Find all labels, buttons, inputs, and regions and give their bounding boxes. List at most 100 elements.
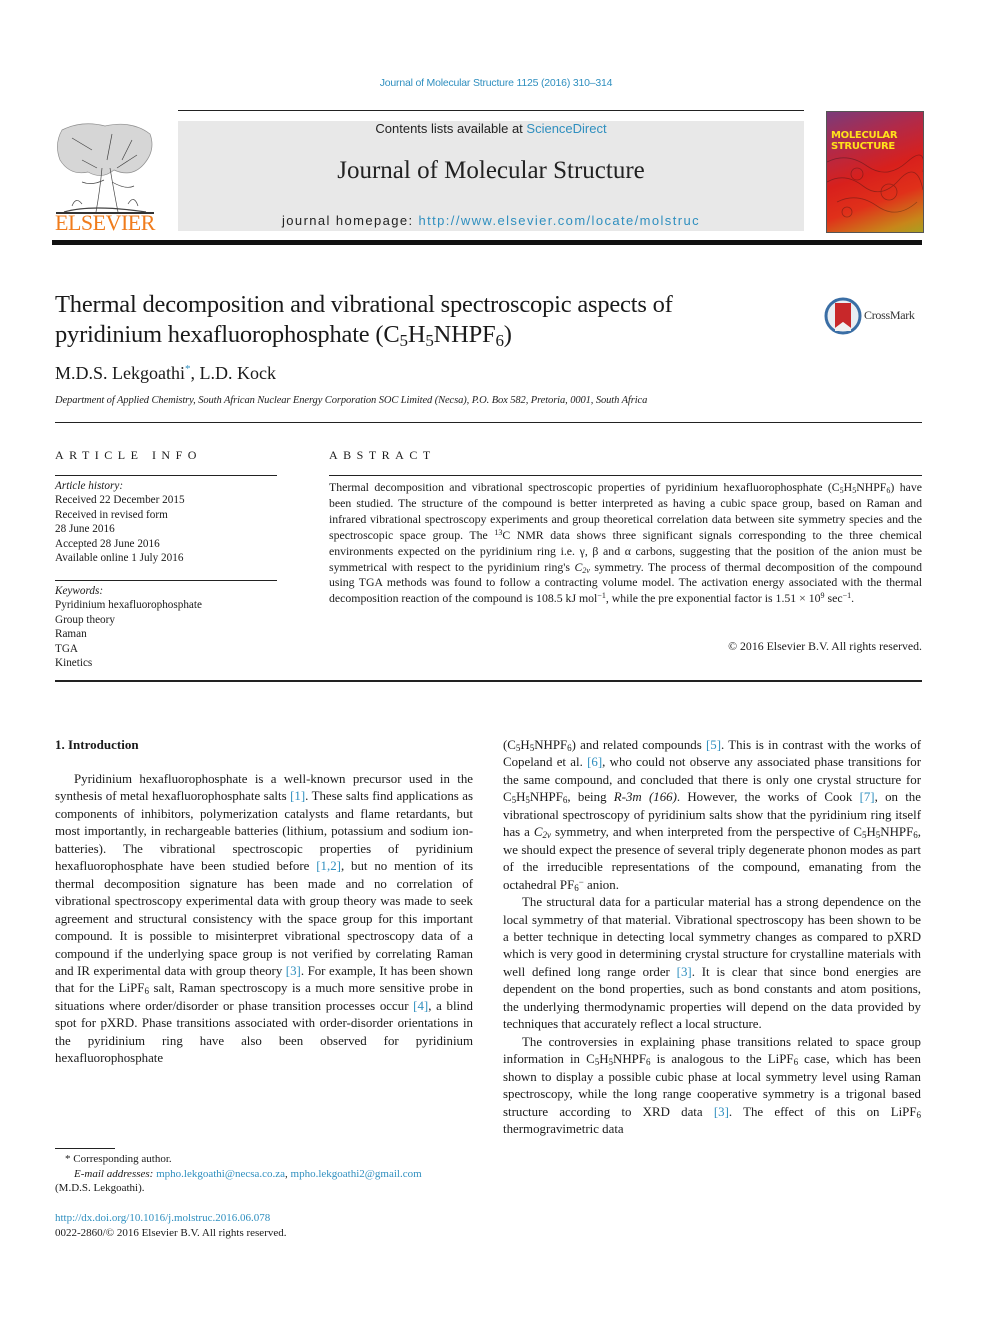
text-run	[841, 206, 853, 218]
title-sub: 5	[425, 331, 434, 350]
elsevier-wordmark[interactable]: ELSEVIER	[52, 210, 158, 236]
text-run: H	[599, 1052, 609, 1067]
text-run	[71, 199, 139, 207]
divider	[329, 475, 922, 476]
keyword-item: Raman	[55, 628, 87, 641]
citation-link[interactable]: [7]	[860, 790, 875, 804]
paragraph: The controversies in explaining phase tr…	[503, 1034, 921, 1139]
text-run: anion.	[583, 877, 619, 892]
text-run	[57, 123, 153, 213]
history-item: Received in revised form	[55, 508, 168, 521]
email-link[interactable]: mpho.lekgoathi2@gmail.com	[291, 1168, 422, 1180]
citation-link[interactable]: [3]	[677, 965, 692, 979]
text-run	[827, 171, 923, 193]
citation-link[interactable]: [4]	[413, 999, 428, 1013]
text-run	[850, 167, 864, 181]
citation-link[interactable]: [1,2]	[316, 859, 341, 873]
text-run: http://dx.doi.org/10.1016/j.molstruc.201…	[55, 1211, 287, 1226]
homepage-link[interactable]: http://www.elsevier.com/locate/molstruc	[419, 213, 700, 228]
title-sub: 5	[399, 331, 409, 350]
homepage-line: journal homepage: http://www.elsevier.co…	[178, 213, 804, 228]
title-line2-d: )	[503, 321, 512, 348]
crossmark-button[interactable]: CrossMark	[824, 296, 944, 336]
abstract-heading: ABSTRACT	[329, 448, 436, 462]
text-run: R-3m (166)	[613, 790, 677, 805]
history-item: Received 22 December 2015	[55, 494, 185, 507]
history-item: 28 June 2016	[55, 523, 115, 536]
text-run: , being	[567, 790, 614, 805]
text-run: , while the pre exponential factor is 1.…	[605, 591, 821, 606]
paragraph: Pyridinium hexafluorophosphate is a well…	[55, 771, 473, 1068]
footnote-rule	[55, 1148, 115, 1149]
contents-line: Contents lists available at ScienceDirec…	[178, 121, 804, 136]
email-owner: (M.D.S. Lekgoathi).	[55, 1182, 145, 1194]
text-run: symmetry, and when interpreted from the …	[550, 825, 862, 840]
homepage-prefix: journal homepage:	[282, 213, 419, 228]
crossmark-label: CrossMark	[864, 308, 915, 322]
text-run: NHPF	[534, 738, 568, 752]
keywords-label: Keywords:	[55, 585, 104, 597]
email-label: E-mail addresses:	[74, 1167, 154, 1180]
citation-link[interactable]: [6]	[587, 755, 602, 769]
author-list: M.D.S. Lekgoathi*, L.D. Kock	[55, 363, 276, 384]
divider	[55, 475, 277, 476]
text-run: (C	[503, 738, 516, 752]
text-run: 2v	[542, 830, 551, 841]
title-sub: 6	[495, 331, 504, 350]
keyword-item: TGA	[55, 642, 78, 655]
email-line: E-mail addresses: mpho.lekgoathi@necsa.c…	[55, 1167, 485, 1182]
text-run: . However, the works of Cook	[676, 790, 860, 805]
text-run: H	[866, 825, 876, 840]
text-run: −1	[842, 591, 852, 601]
text-run: H	[520, 738, 530, 752]
text-run	[827, 154, 923, 173]
author-separator: ,	[190, 363, 200, 383]
body-left-column: Pyridinium hexafluorophosphate is a well…	[55, 771, 473, 1068]
article-info-heading: ARTICLE INFO	[55, 448, 202, 462]
history-item: Accepted 28 June 2016	[55, 537, 160, 550]
citation-link[interactable]: [1]	[290, 789, 305, 803]
running-header[interactable]: Journal of Molecular Structure 1125 (201…	[0, 77, 992, 89]
text-run: NHPF	[880, 825, 914, 840]
citation-link[interactable]: [3]	[714, 1105, 729, 1119]
issn-copyright: 0022-2860/© 2016 Elsevier B.V. All right…	[55, 1227, 287, 1239]
text-run: ) and related compounds	[571, 738, 706, 752]
text-run: H	[843, 480, 853, 494]
citation-link[interactable]: [5]	[706, 738, 721, 752]
citation-link[interactable]: [3]	[286, 964, 301, 978]
journal-banner: Contents lists available at ScienceDirec…	[178, 121, 804, 231]
doi-block: http://dx.doi.org/10.1016/j.molstruc.201…	[55, 1211, 287, 1241]
footnote: * Corresponding author. E-mail addresses…	[55, 1152, 485, 1196]
text-run	[836, 197, 918, 213]
text-run: Corresponding author.	[70, 1153, 172, 1165]
text-run: 2v	[542, 830, 551, 840]
cover-texture-icon	[827, 154, 923, 218]
journal-cover-image[interactable]: MOLECULAR STRUCTURE	[826, 111, 924, 233]
text-run	[57, 123, 153, 176]
article-history: Article history: Received 22 December 20…	[55, 479, 285, 565]
keywords: Keywords: Pyridinium hexafluorophosphate…	[55, 584, 285, 670]
text-run: thermogravimetric data	[503, 1121, 624, 1136]
divider	[55, 580, 277, 581]
author-name[interactable]: M.D.S. Lekgoathi	[55, 363, 185, 383]
paragraph: The structural data for a particular mat…	[503, 894, 921, 1034]
doi-link[interactable]: http://dx.doi.org/10.1016/j.molstruc.201…	[55, 1212, 270, 1224]
author-name[interactable]: L.D. Kock	[200, 363, 276, 383]
divider	[55, 422, 922, 423]
body-right-column: (C5H5NHPF6) and related compounds [5]. T…	[503, 737, 921, 1138]
paragraph: (C5H5NHPF6) and related compounds [5]. T…	[503, 737, 921, 894]
section-heading-introduction: 1. Introduction	[55, 737, 139, 752]
masthead-divider	[52, 240, 922, 245]
history-label: Article history:	[55, 480, 124, 492]
keyword-item: Pyridinium hexafluorophosphate	[55, 599, 202, 612]
cover-title-line1: MOLECULAR	[831, 130, 898, 141]
email-link[interactable]: mpho.lekgoathi@necsa.co.za	[156, 1168, 285, 1180]
sciencedirect-link[interactable]: ScienceDirect	[526, 121, 606, 136]
text-run	[827, 154, 923, 218]
keyword-item: Group theory	[55, 613, 115, 626]
crossmark-icon	[824, 297, 862, 335]
text-run: 6	[916, 1109, 922, 1120]
text-run	[81, 167, 135, 213]
text-run: NHPF	[856, 480, 887, 494]
text-run: , but no mention of its thermal decompos…	[55, 859, 473, 978]
